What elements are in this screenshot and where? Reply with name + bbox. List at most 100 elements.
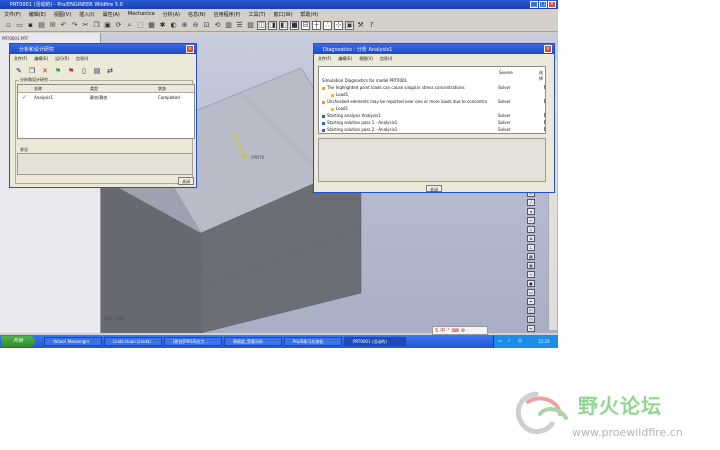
datum-points-icon[interactable]: ∴ bbox=[323, 20, 332, 30]
shell-tool-icon[interactable]: ▭ bbox=[527, 289, 535, 296]
diagnostics-menu-edit[interactable]: 编辑(E) bbox=[338, 56, 352, 62]
diagnostics-close-button[interactable]: 关闭 bbox=[426, 185, 442, 192]
run-flag-icon[interactable]: ⚑ bbox=[53, 66, 63, 76]
coordinate-systems-icon[interactable]: ⊹ bbox=[334, 20, 343, 30]
zoom-out-icon[interactable]: ⊖ bbox=[191, 21, 200, 30]
open-folder-icon[interactable]: ▭ bbox=[15, 21, 24, 30]
review-results-icon[interactable]: ▤ bbox=[92, 66, 102, 76]
ime-mode-icon[interactable]: 中 bbox=[440, 327, 445, 334]
tool-icon[interactable]: ⚒ bbox=[356, 21, 365, 30]
print-icon[interactable]: ▤ bbox=[37, 21, 46, 30]
orient-icon[interactable]: ◐ bbox=[169, 21, 178, 30]
menu-tools[interactable]: 工具(T) bbox=[249, 11, 266, 18]
column-name[interactable]: 名称 bbox=[34, 86, 42, 92]
analysis-row[interactable]: ✓ Analysis1 静态/静态 Completed bbox=[18, 94, 194, 101]
copy-analysis-icon[interactable]: ❐ bbox=[27, 66, 37, 76]
select-checkbox[interactable] bbox=[544, 127, 545, 131]
diagnostics-dialog-close-icon[interactable]: × bbox=[544, 45, 552, 53]
menu-analysis[interactable]: 分析(A) bbox=[163, 11, 180, 18]
redo-icon[interactable]: ↷ bbox=[70, 21, 79, 30]
network-icon[interactable]: ▭ bbox=[498, 338, 502, 343]
reorient-icon[interactable]: ⟲ bbox=[213, 21, 222, 30]
results-window-icon[interactable]: ⇄ bbox=[105, 66, 115, 76]
spin-center-icon[interactable]: ✱ bbox=[158, 21, 167, 30]
find-icon[interactable]: ⌕ bbox=[125, 21, 134, 30]
paste-icon[interactable]: ▣ bbox=[103, 21, 112, 30]
diagnostics-menu-file[interactable]: 文件(F) bbox=[318, 56, 331, 62]
edit-pencil-icon[interactable]: ✎ bbox=[14, 66, 24, 76]
stop-flag-icon[interactable]: ⚑ bbox=[66, 66, 76, 76]
status-icon[interactable]: ▯ bbox=[79, 66, 89, 76]
no-hidden-icon[interactable]: ◧ bbox=[279, 20, 288, 30]
pressure-tool-icon[interactable]: ⇊ bbox=[527, 235, 535, 242]
column-type[interactable]: 类型 bbox=[90, 86, 98, 92]
constraint-tool-icon[interactable]: ⊥ bbox=[527, 244, 535, 251]
task-beam-analysis[interactable]: 两根梁_受载分析 bbox=[224, 337, 282, 346]
cut-icon[interactable]: ✂ bbox=[81, 21, 90, 30]
diagnostics-menu-view[interactable]: 视图(V) bbox=[359, 56, 373, 62]
mass-tool-icon[interactable]: ● bbox=[527, 280, 535, 287]
diagnostic-item[interactable]: Starting solution pass 1 - Analysis1 Sol… bbox=[322, 120, 545, 125]
task-prt0001[interactable]: PRT0001 (活动的) bbox=[344, 337, 406, 346]
clock[interactable]: 15:23 bbox=[538, 339, 550, 344]
task-proe-forum[interactable]: Pro/E练习交流帖 bbox=[284, 337, 342, 346]
menu-edit[interactable]: 编辑(E) bbox=[29, 11, 46, 18]
diagnostics-dialog-titlebar[interactable]: Diagnostics : 分析 Analysis1 × bbox=[314, 44, 554, 54]
wireframe-icon[interactable]: ◫ bbox=[257, 20, 266, 30]
diagnostic-item[interactable]: Starting solution pass 2 - Analysis1 Sol… bbox=[322, 127, 545, 132]
refit-icon[interactable]: ⊡ bbox=[202, 21, 211, 30]
analyses-menu-edit[interactable]: 编辑(E) bbox=[34, 56, 48, 62]
diagnostic-item[interactable]: Load1 bbox=[331, 106, 348, 111]
menu-mechanica[interactable]: Mechanica bbox=[128, 11, 155, 17]
diagnostic-item[interactable]: Load1 bbox=[331, 92, 348, 97]
csys-tool-icon[interactable]: ⊹ bbox=[527, 217, 535, 224]
select-checkbox[interactable] bbox=[544, 113, 545, 117]
save-icon[interactable]: ▪ bbox=[26, 21, 35, 30]
select-icon[interactable]: ⬚ bbox=[136, 21, 145, 30]
task-browser-post[interactable]: [原创]PRO/E应力... bbox=[164, 337, 222, 346]
menu-properties[interactable]: 属性(A) bbox=[103, 11, 120, 18]
column-status[interactable]: 状态 bbox=[158, 86, 166, 92]
minimize-button[interactable]: _ bbox=[530, 1, 538, 8]
mesh-tool-icon[interactable]: ▦ bbox=[527, 262, 535, 269]
messenger-tray-icon[interactable]: ☺ bbox=[518, 338, 522, 343]
diagnostic-item[interactable]: Unchecked elements may be reported near … bbox=[322, 99, 545, 104]
new-file-icon[interactable]: ▫ bbox=[4, 21, 13, 30]
analysis-tool-icon[interactable]: ◰ bbox=[527, 307, 535, 314]
analyses-dialog-titlebar[interactable]: 分析和设计研究 × bbox=[10, 44, 196, 54]
keyboard-icon[interactable]: ⌨ bbox=[452, 328, 459, 334]
volume-icon[interactable]: ♪ bbox=[508, 338, 511, 343]
select-checkbox[interactable] bbox=[544, 85, 545, 89]
delete-x-icon[interactable]: ✕ bbox=[40, 66, 50, 76]
task-linda-huan[interactable]: Linda Huan (Linda) bbox=[104, 337, 162, 346]
maximize-button[interactable]: □ bbox=[539, 1, 547, 8]
datum-axes-icon[interactable]: ┼ bbox=[312, 20, 321, 30]
start-button[interactable]: 开始 bbox=[1, 336, 35, 347]
datum-planes-icon[interactable]: ⊟ bbox=[301, 20, 310, 30]
task-yahoo-messenger[interactable]: Yahoo! Messenger bbox=[44, 337, 102, 346]
diagnostic-item[interactable]: Starting analysis Analysis1 Solver bbox=[322, 113, 545, 118]
hidden-line-icon[interactable]: ◨ bbox=[268, 20, 277, 30]
analyses-menu-info[interactable]: 信息(I) bbox=[76, 56, 88, 62]
analyses-list[interactable]: 名称 类型 状态 ✓ Analysis1 静态/静态 Completed bbox=[17, 84, 195, 139]
settings-icon[interactable]: ⚙ bbox=[461, 328, 465, 334]
view-manager-icon[interactable]: ▧ bbox=[246, 21, 255, 30]
menu-info[interactable]: 信息(N) bbox=[188, 11, 206, 18]
help-context-icon[interactable]: ? bbox=[367, 21, 376, 30]
punctuation-icon[interactable]: ° bbox=[447, 328, 450, 334]
annotations-icon[interactable]: ▣ bbox=[345, 20, 354, 30]
diagnostics-list[interactable]: Severe 选择 Simulation Diagnostics for mod… bbox=[318, 66, 546, 134]
measure-tool-icon[interactable]: ↔ bbox=[527, 325, 535, 332]
datum-axis-tool-icon[interactable]: / bbox=[527, 199, 535, 206]
title-bar[interactable]: PRT0001 (活动的) - Pro/ENGINEER Wildfire 5.… bbox=[0, 0, 558, 9]
menu-window[interactable]: 窗口(W) bbox=[274, 11, 293, 18]
select-checkbox[interactable] bbox=[544, 99, 545, 103]
results-tool-icon[interactable]: ◳ bbox=[527, 316, 535, 323]
saved-views-icon[interactable]: ▥ bbox=[224, 21, 233, 30]
layers-icon[interactable]: ☰ bbox=[235, 21, 244, 30]
diagnostic-item[interactable]: The highlighted point loads can cause si… bbox=[322, 85, 545, 90]
model-tree-root[interactable]: PRT0001.PRT bbox=[2, 36, 28, 41]
menu-insert[interactable]: 插入(I) bbox=[79, 11, 94, 18]
diagnostics-menu-info[interactable]: 信息(I) bbox=[380, 56, 392, 62]
regenerate-icon[interactable]: ⟳ bbox=[114, 21, 123, 30]
